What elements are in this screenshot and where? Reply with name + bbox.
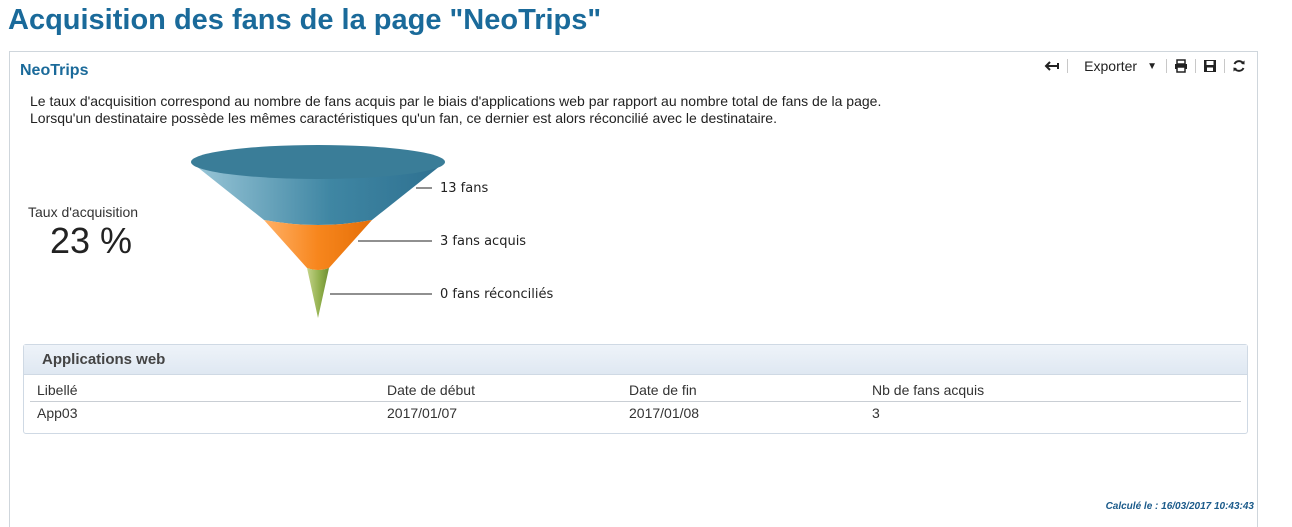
table-cell: 2017/01/07 <box>387 405 458 422</box>
column-header[interactable]: Nb de fans acquis <box>865 379 1241 402</box>
web-applications-section: Applications web Libellé Date de début D… <box>23 344 1248 434</box>
table-cell: 2017/01/08 <box>629 405 700 422</box>
funnel-segment-reconciled <box>307 268 329 318</box>
acquisition-rate-value: 23 % <box>50 220 133 261</box>
page-title: Acquisition des fans de la page "NeoTrip… <box>8 4 602 36</box>
description: Le taux d'acquisition correspond au nomb… <box>30 93 1180 127</box>
funnel-label-reconciled: 0 fans réconciliés <box>440 287 553 302</box>
acquisition-rate-label: Taux d'acquisition <box>28 204 139 220</box>
export-dropdown[interactable]: Exporter ▼ <box>1068 56 1166 76</box>
computed-timestamp: Calculé le : 16/03/2017 10:43:43 <box>1105 501 1254 512</box>
funnel-top-ellipse <box>191 145 445 179</box>
refresh-button[interactable] <box>1225 56 1253 76</box>
column-header[interactable]: Libellé <box>30 379 380 402</box>
table-header-row: Libellé Date de début Date de fin Nb de … <box>30 379 1241 402</box>
table-cell: App03 <box>37 405 78 422</box>
save-button[interactable] <box>1196 56 1224 76</box>
column-header[interactable]: Date de fin <box>622 379 865 402</box>
panel-toolbar: Exporter ▼ <box>1037 55 1253 77</box>
funnel-segment-acquired <box>264 220 372 270</box>
funnel-label-fans: 13 fans <box>440 181 488 196</box>
description-line: Le taux d'acquisition correspond au nomb… <box>30 93 882 109</box>
print-icon <box>1175 59 1187 73</box>
refresh-icon <box>1233 60 1245 72</box>
print-button[interactable] <box>1167 56 1195 76</box>
description-line: Lorsqu'un destinataire possède les mêmes… <box>30 110 777 126</box>
chevron-down-icon: ▼ <box>1147 60 1157 72</box>
table-row[interactable]: App03 2017/01/07 2017/01/08 3 <box>30 401 1241 425</box>
web-applications-header: Applications web <box>24 345 1247 375</box>
save-icon <box>1204 60 1216 72</box>
export-label: Exporter <box>1084 58 1138 74</box>
panel-title: NeoTrips <box>20 62 89 79</box>
report-panel: NeoTrips Exporter ▼ Le taux d'acquisitio… <box>9 51 1258 527</box>
back-button[interactable] <box>1037 56 1067 76</box>
table-cell: 3 <box>872 405 880 422</box>
arrow-left-icon <box>1044 61 1060 71</box>
column-header[interactable]: Date de début <box>380 379 622 402</box>
funnel-label-acquired: 3 fans acquis <box>440 234 526 249</box>
web-applications-table: Libellé Date de début Date de fin Nb de … <box>30 379 1241 425</box>
